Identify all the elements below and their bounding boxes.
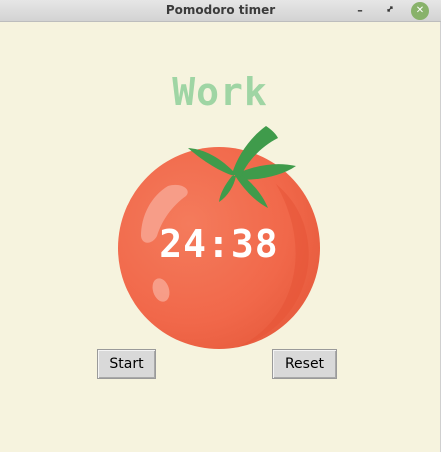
minimize-icon[interactable]: –: [351, 2, 369, 20]
maximize-glyph-icon: [387, 6, 393, 12]
title-bar[interactable]: Pomodoro timer – ✕: [0, 0, 441, 22]
start-button[interactable]: Start: [97, 349, 156, 379]
mode-label: Work: [172, 70, 268, 114]
app-window: Pomodoro timer – ✕ Work 24:38 Start Rese…: [0, 0, 441, 452]
reset-button[interactable]: Reset: [272, 349, 337, 379]
time-display: 24:38: [159, 222, 279, 266]
close-icon[interactable]: ✕: [411, 2, 429, 20]
maximize-icon[interactable]: [381, 2, 399, 20]
window-title: Pomodoro timer: [165, 3, 276, 17]
